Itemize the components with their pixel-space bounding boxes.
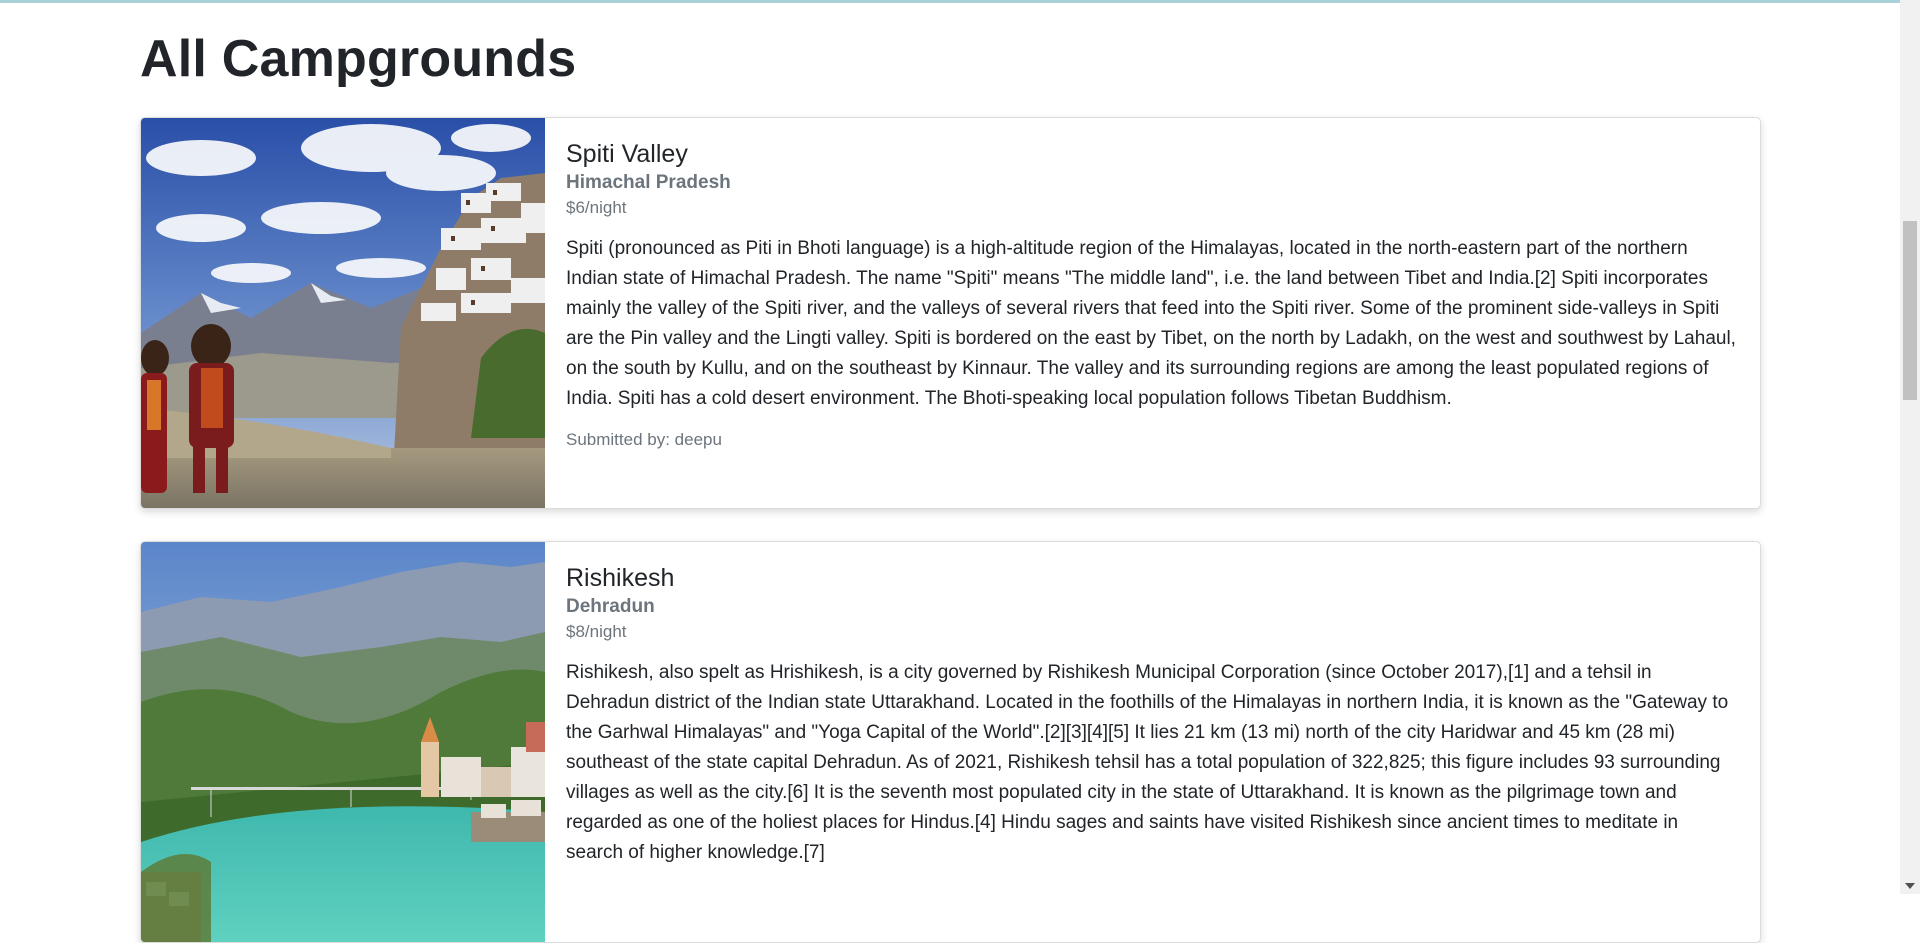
campground-description: Rishikesh, also spelt as Hrishikesh, is …	[566, 662, 1729, 863]
campground-card-body: Spiti Valley Himachal Pradesh $6/night S…	[566, 138, 1736, 452]
campground-description: Spiti (pronounced as Piti in Bhoti langu…	[566, 238, 1736, 409]
campground-name[interactable]: Rishikesh	[566, 562, 1736, 594]
campground-name[interactable]: Spiti Valley	[566, 138, 1736, 170]
page-scrollbar[interactable]	[1900, 0, 1920, 894]
campground-price: $8/night	[566, 622, 627, 641]
campground-card-body: Rishikesh Dehradun $8/night Rishikesh, a…	[566, 562, 1736, 868]
page-top-border	[0, 0, 1900, 3]
campground-location: Dehradun	[566, 596, 655, 617]
page-title: All Campgrounds	[140, 30, 577, 88]
campground-price: $6/night	[566, 198, 627, 217]
rishikesh-photo	[141, 542, 545, 942]
scrollbar-thumb[interactable]	[1903, 221, 1917, 400]
spiti-valley-photo	[141, 118, 545, 508]
campground-card: Spiti Valley Himachal Pradesh $6/night S…	[140, 117, 1761, 509]
campground-card: Rishikesh Dehradun $8/night Rishikesh, a…	[140, 541, 1761, 943]
campground-location: Himachal Pradesh	[566, 172, 731, 193]
campground-image[interactable]	[141, 542, 545, 942]
scroll-down-arrow-icon[interactable]	[1905, 883, 1915, 889]
campground-image[interactable]	[141, 118, 545, 508]
campground-author: Submitted by: deepu	[566, 430, 722, 449]
